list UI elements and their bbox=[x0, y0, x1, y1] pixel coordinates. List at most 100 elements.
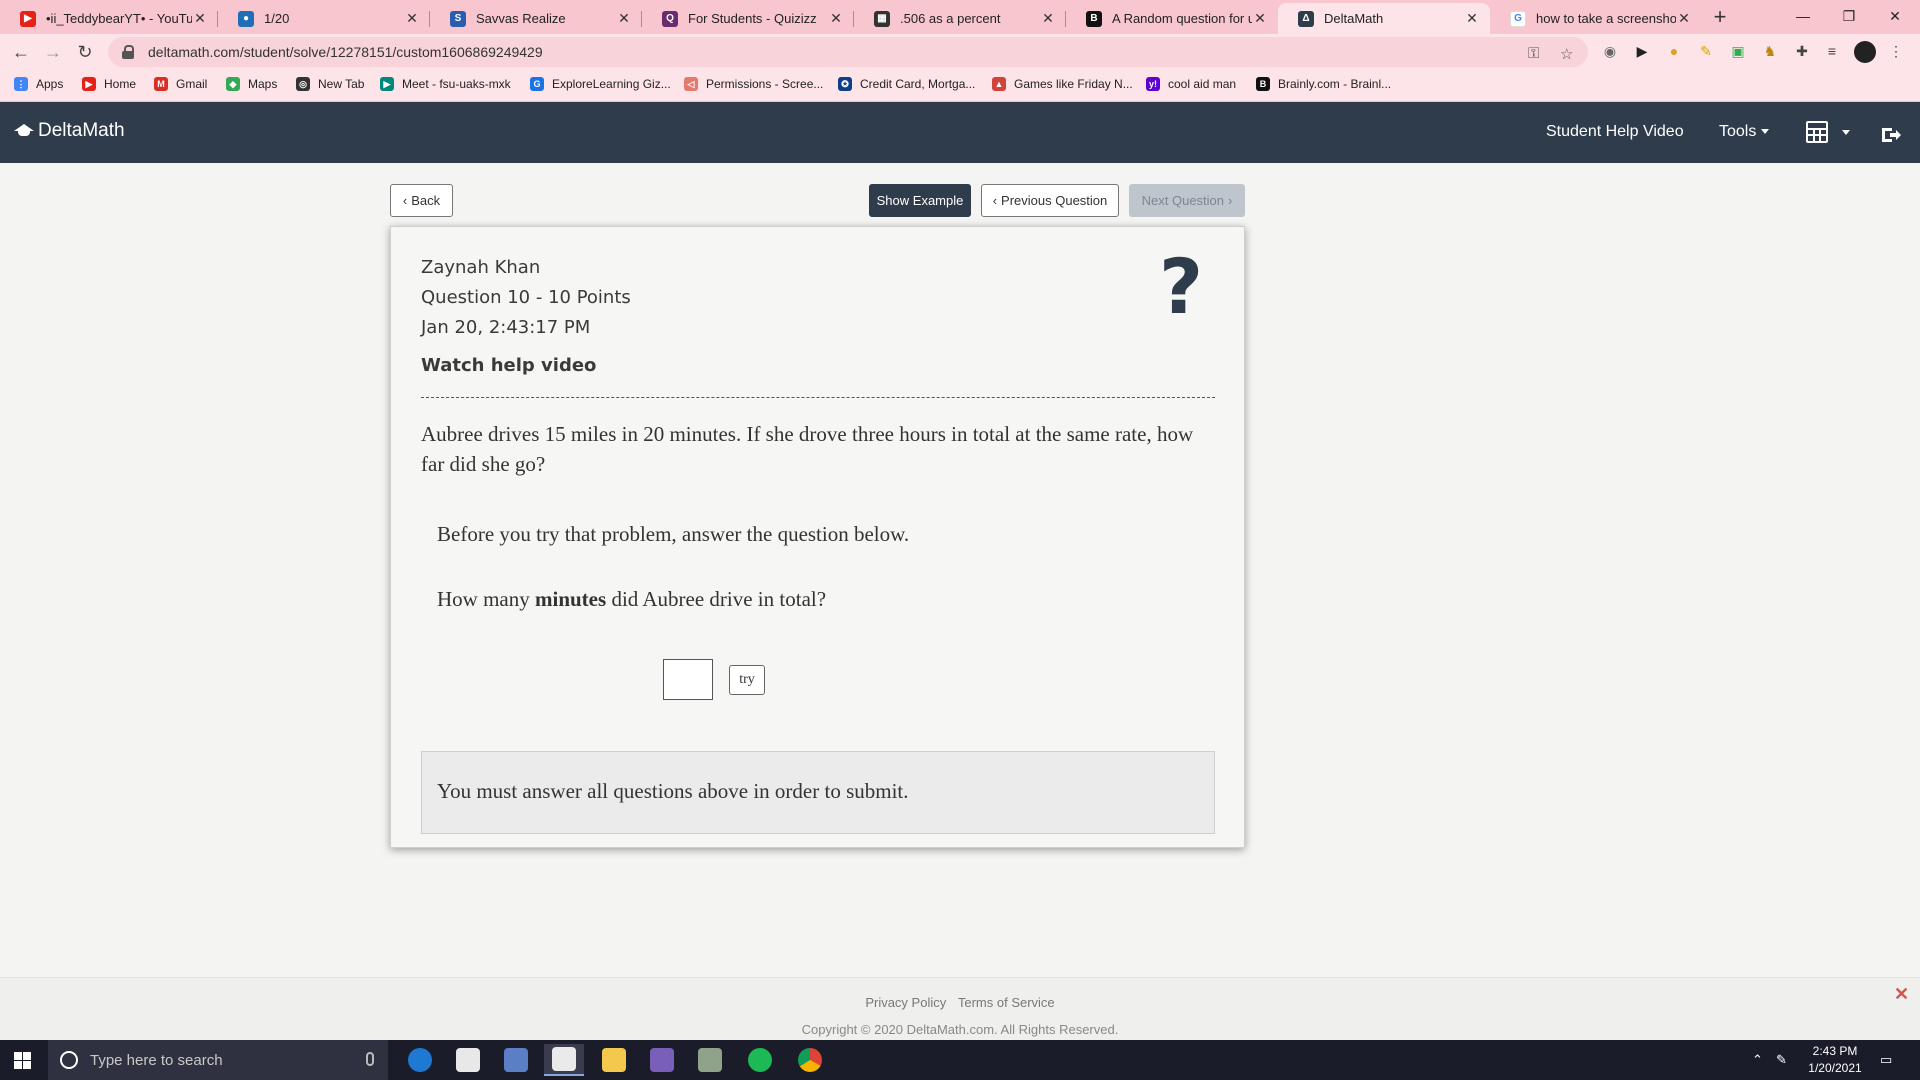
microphone-icon[interactable] bbox=[366, 1052, 374, 1066]
menu-dots-icon[interactable]: ⋮ bbox=[1886, 41, 1906, 61]
chrome-app[interactable] bbox=[790, 1044, 830, 1076]
bookmark-label: Home bbox=[104, 77, 137, 91]
bookmark-meet[interactable]: ▶ Meet - fsu-uaks-mxk bbox=[380, 77, 511, 91]
tray-chevron-icon[interactable]: ⌃ bbox=[1752, 1052, 1763, 1068]
back-arrow-icon[interactable]: ← bbox=[8, 39, 34, 65]
back-button[interactable]: ‹ Back bbox=[390, 184, 453, 217]
key-icon[interactable]: ⚿ bbox=[1528, 45, 1539, 62]
browser-toolbar: ← → ↻ deltamath.com/student/solve/122781… bbox=[0, 34, 1920, 70]
minimize-button[interactable]: — bbox=[1780, 0, 1826, 32]
bookmark-games[interactable]: ▲ Games like Friday N... bbox=[992, 77, 1133, 91]
game-app-2[interactable] bbox=[690, 1044, 730, 1076]
address-bar[interactable]: deltamath.com/student/solve/12278151/cus… bbox=[108, 37, 1588, 67]
bookmark-new-tab[interactable]: ◎ New Tab bbox=[296, 77, 364, 91]
search-placeholder: Type here to search bbox=[90, 1051, 223, 1069]
tab-quizizz[interactable]: Q For Students - Quizizz ✕ bbox=[642, 3, 854, 34]
tab-brainly[interactable]: B A Random question for u g... ✕ bbox=[1066, 3, 1278, 34]
calculator-icon: ▦ bbox=[874, 10, 890, 27]
terms-of-service-link[interactable]: Terms of Service bbox=[958, 995, 1055, 1010]
snip-app[interactable] bbox=[544, 1044, 584, 1076]
game-app[interactable] bbox=[642, 1044, 682, 1076]
tab-percent[interactable]: ▦ .506 as a percent ✕ bbox=[854, 3, 1066, 34]
question-number: Question 10 - 10 Points bbox=[421, 287, 631, 308]
extensions-puzzle-icon[interactable]: ✚ bbox=[1792, 41, 1812, 61]
tab-savvas[interactable]: S Savvas Realize ✕ bbox=[430, 3, 642, 34]
logout-icon[interactable] bbox=[1880, 126, 1902, 144]
tab-youtube[interactable]: ▶ •ii_TeddybearYT• - YouTube ✕ bbox=[0, 3, 218, 34]
spotify-app[interactable] bbox=[740, 1044, 780, 1076]
back-label: Back bbox=[411, 193, 441, 208]
chevron-left-icon: ‹ bbox=[992, 193, 998, 208]
bookmark-brainly[interactable]: B Brainly.com - Brainl... bbox=[1256, 77, 1391, 91]
bookmark-permissions[interactable]: ◁ Permissions - Scree... bbox=[684, 77, 823, 91]
bookmark-credit-card[interactable]: ✪ Credit Card, Mortga... bbox=[838, 77, 975, 91]
deltamath-logo[interactable]: DeltaMath bbox=[14, 120, 125, 142]
notification-icon[interactable]: ▭ bbox=[1880, 1052, 1892, 1068]
pen-icon[interactable]: ✎ bbox=[1776, 1052, 1787, 1068]
forward-arrow-icon[interactable]: → bbox=[40, 39, 66, 65]
bookmark-maps[interactable]: ◆ Maps bbox=[226, 77, 277, 91]
app-blue[interactable] bbox=[496, 1044, 536, 1076]
answer-input[interactable] bbox=[663, 659, 713, 700]
tab-google[interactable]: G how to take a screenshot o... ✕ bbox=[1490, 3, 1702, 34]
reload-icon[interactable]: ↻ bbox=[72, 39, 98, 65]
watch-help-video-link[interactable]: Watch help video bbox=[421, 355, 596, 376]
extension-play-icon[interactable]: ▶ bbox=[1632, 41, 1652, 61]
question-card: Zaynah Khan Question 10 - 10 Points Jan … bbox=[390, 226, 1245, 848]
gmail-icon: M bbox=[154, 77, 168, 91]
close-icon[interactable]: ✕ bbox=[1894, 984, 1909, 1005]
next-label: Next Question bbox=[1141, 193, 1225, 208]
reading-list-icon[interactable]: ≡ bbox=[1822, 41, 1842, 61]
star-icon[interactable]: ☆ bbox=[1560, 45, 1573, 63]
restore-button[interactable]: ❐ bbox=[1826, 0, 1872, 32]
store-app[interactable] bbox=[448, 1044, 488, 1076]
extension-cat-icon[interactable]: ♞ bbox=[1760, 41, 1780, 61]
bookmark-explorelearning[interactable]: G ExploreLearning Giz... bbox=[530, 77, 671, 91]
privacy-policy-link[interactable]: Privacy Policy bbox=[865, 995, 946, 1010]
bookmark-gmail[interactable]: M Gmail bbox=[154, 77, 207, 91]
extension-pencil-icon[interactable]: ✎ bbox=[1696, 41, 1716, 61]
close-icon[interactable]: ✕ bbox=[1252, 10, 1268, 27]
taskbar-search[interactable]: Type here to search bbox=[48, 1040, 388, 1080]
extension-mask-icon[interactable]: ◉ bbox=[1600, 41, 1620, 61]
student-help-video-link[interactable]: Student Help Video bbox=[1546, 123, 1684, 141]
extension-coin-icon[interactable]: ● bbox=[1664, 41, 1684, 61]
windows-start-icon[interactable] bbox=[14, 1052, 31, 1069]
bookmark-home[interactable]: ▶ Home bbox=[82, 77, 136, 91]
tab-classroom[interactable]: ● 1/20 ✕ bbox=[218, 3, 430, 34]
window-close-button[interactable]: ✕ bbox=[1872, 0, 1918, 32]
extension-green-icon[interactable]: ▣ bbox=[1728, 41, 1748, 61]
close-icon[interactable]: ✕ bbox=[616, 10, 632, 27]
close-icon[interactable]: ✕ bbox=[828, 10, 844, 27]
close-icon[interactable]: ✕ bbox=[1676, 10, 1692, 27]
close-icon[interactable]: ✕ bbox=[404, 10, 420, 27]
new-tab-button[interactable]: + bbox=[1706, 4, 1734, 30]
calculator-icon[interactable] bbox=[1806, 121, 1828, 143]
next-question-button[interactable]: Next Question › bbox=[1129, 184, 1245, 217]
yahoo-icon: y! bbox=[1146, 77, 1160, 91]
question-mark-icon[interactable]: ? bbox=[1159, 249, 1203, 325]
close-icon[interactable]: ✕ bbox=[1464, 10, 1480, 27]
tab-title: DeltaMath bbox=[1324, 11, 1384, 26]
calculator-caret-icon[interactable] bbox=[1842, 130, 1850, 135]
close-icon[interactable]: ✕ bbox=[192, 10, 208, 27]
caret-down-icon bbox=[1761, 129, 1770, 135]
system-clock[interactable]: 2:43 PM 1/20/2021 bbox=[1790, 1043, 1880, 1077]
previous-question-button[interactable]: ‹ Previous Question bbox=[981, 184, 1119, 217]
show-example-button[interactable]: Show Example bbox=[869, 184, 971, 217]
file-explorer-app[interactable] bbox=[594, 1044, 634, 1076]
bookmark-apps[interactable]: ⋮ Apps bbox=[14, 77, 63, 91]
bookmark-label: Permissions - Scree... bbox=[706, 77, 824, 91]
try-button[interactable]: try bbox=[729, 665, 765, 695]
deltamath-icon: Δ bbox=[1298, 10, 1314, 27]
close-icon[interactable]: ✕ bbox=[1040, 10, 1056, 27]
app-icon bbox=[504, 1048, 528, 1072]
sub-question-before: How many bbox=[437, 587, 535, 611]
tools-dropdown[interactable]: Tools bbox=[1719, 123, 1770, 141]
edge-app[interactable] bbox=[400, 1044, 440, 1076]
tab-deltamath[interactable]: Δ DeltaMath ✕ bbox=[1278, 3, 1490, 34]
profile-avatar[interactable] bbox=[1854, 41, 1876, 63]
bookmark-label: Games like Friday N... bbox=[1014, 77, 1133, 91]
tab-title: Savvas Realize bbox=[476, 11, 566, 26]
bookmark-cool-aid-man[interactable]: y! cool aid man bbox=[1146, 77, 1236, 91]
